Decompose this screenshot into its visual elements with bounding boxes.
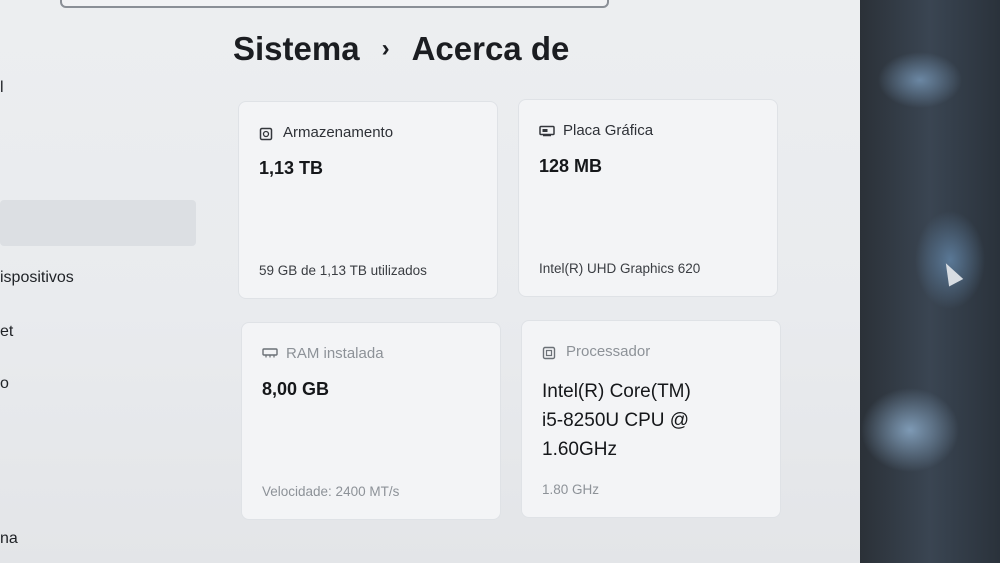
search-box-edge[interactable] — [60, 0, 609, 8]
page-title: Acerca de — [411, 30, 570, 67]
desktop-background — [860, 0, 1000, 563]
processor-value-line: i5-8250U CPU @ — [542, 410, 690, 431]
breadcrumb-parent[interactable]: Sistema — [233, 30, 360, 68]
processor-value-line: Intel(R) Core(TM) — [542, 381, 691, 402]
graphics-detail: Intel(R) UHD Graphics 620 — [539, 261, 701, 276]
sidebar-selected-item[interactable] — [0, 200, 196, 246]
hard-drive-icon — [259, 127, 273, 140]
memory-icon — [262, 347, 278, 360]
settings-window: l ispositivos et o na Sistema › Acerca d… — [0, 0, 860, 563]
processor-value-line: 1.60GHz — [542, 439, 617, 460]
sidebar-item-4[interactable]: o — [0, 375, 9, 393]
processor-icon — [542, 346, 556, 359]
processor-label: Processador — [566, 343, 651, 360]
graphics-value: 128 MB — [539, 156, 603, 176]
ram-card[interactable]: RAM instalada 8,00 GB Velocidade: 2400 M… — [241, 322, 501, 520]
graphics-label: Placa Gráfica — [563, 122, 654, 139]
graphics-card[interactable]: Placa Gráfica 128 MB Intel(R) UHD Graphi… — [518, 99, 778, 297]
sidebar-item-internet[interactable]: et — [0, 323, 13, 341]
processor-value: Intel(R) Core(TM) i5-8250U CPU @ 1.60GHz — [542, 377, 772, 464]
processor-detail: 1.80 GHz — [542, 482, 600, 497]
sidebar-item-devices[interactable]: ispositivos — [0, 269, 74, 287]
storage-detail: 59 GB de 1,13 TB utilizados — [259, 263, 427, 278]
processor-card[interactable]: Processador Intel(R) Core(TM) i5-8250U C… — [521, 320, 781, 518]
storage-card[interactable]: Armazenamento 1,13 TB 59 GB de 1,13 TB u… — [238, 101, 498, 299]
ram-detail: Velocidade: 2400 MT/s — [262, 484, 400, 499]
graphics-card-icon — [539, 125, 555, 137]
ram-value: 8,00 GB — [262, 379, 330, 399]
storage-label: Armazenamento — [283, 124, 394, 141]
storage-value: 1,13 TB — [259, 158, 324, 178]
sidebar-item-1[interactable]: l — [0, 79, 4, 97]
chevron-right-icon: › — [381, 35, 390, 62]
sidebar-item-5[interactable]: na — [0, 530, 18, 548]
breadcrumb: Sistema › Acerca de — [233, 30, 569, 68]
ram-label: RAM instalada — [286, 345, 384, 362]
